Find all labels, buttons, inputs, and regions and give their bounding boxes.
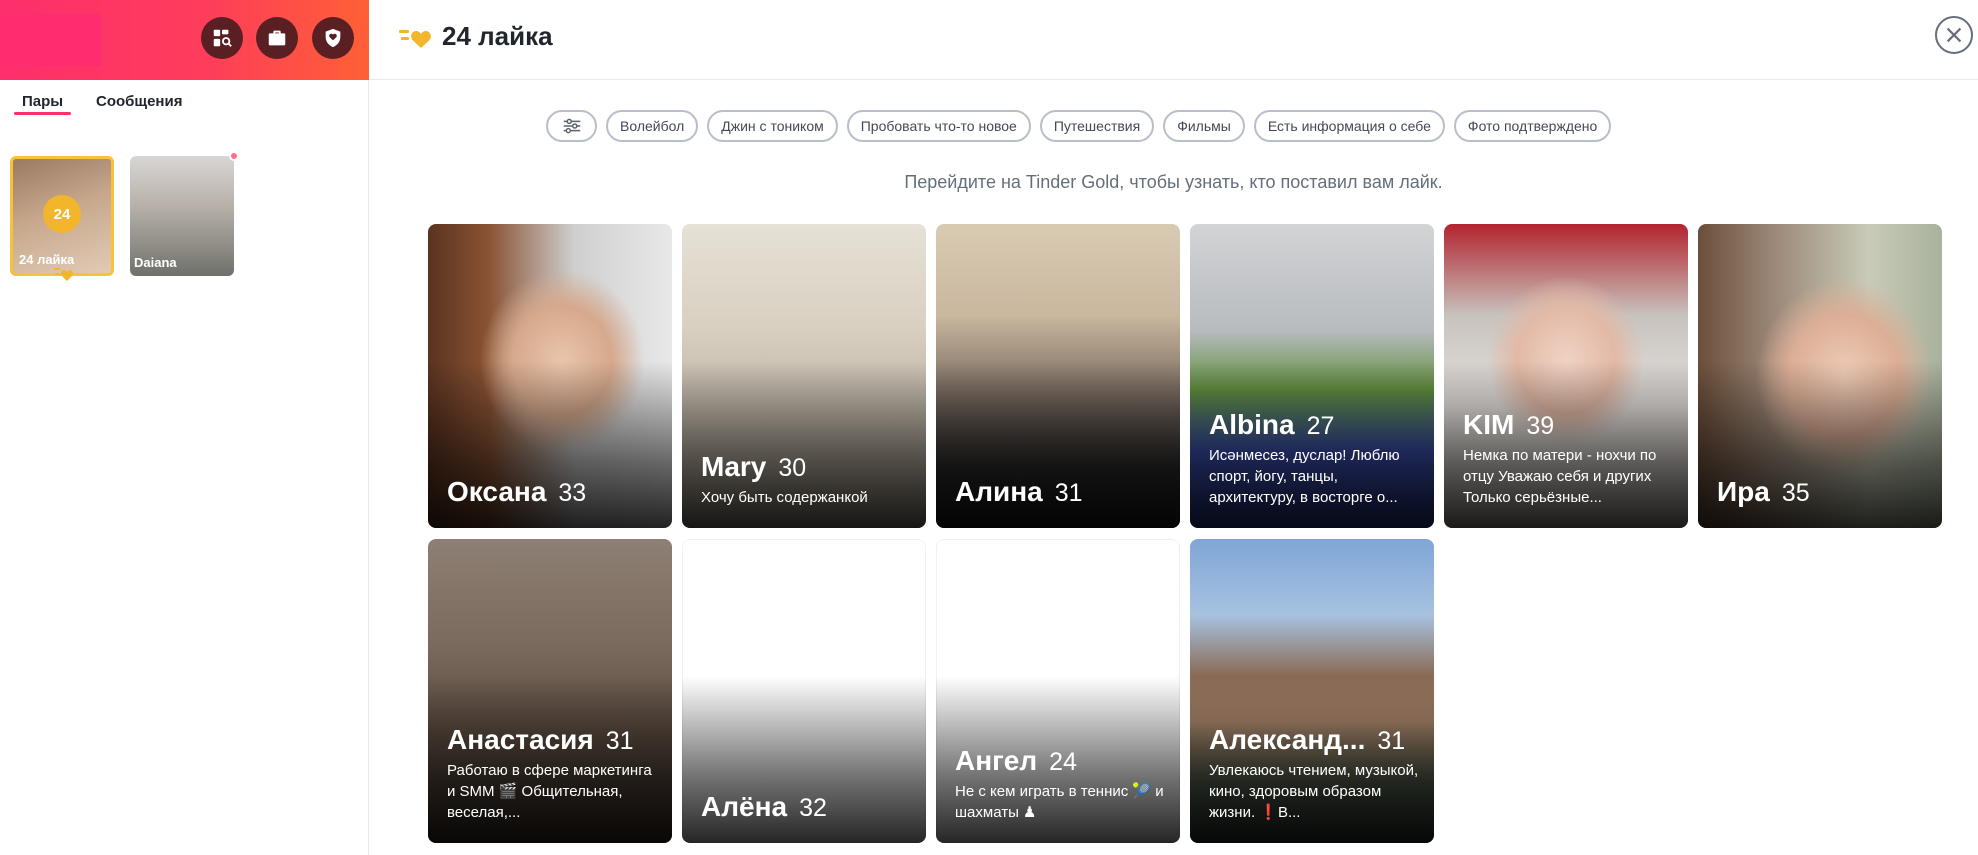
like-card[interactable]: Ира 35 <box>1698 224 1942 528</box>
sidebar: Пары Сообщения 24 24 лайка Daiana <box>0 0 369 855</box>
card-name: KIM <box>1463 409 1515 440</box>
card-info: Александ... 31 Увлекаюсь чтением, музыкой… <box>1209 724 1420 823</box>
card-info: Алина 31 <box>955 476 1166 508</box>
card-name: Ира <box>1717 476 1770 507</box>
like-card[interactable]: Алёна 32 <box>682 539 926 843</box>
briefcase-icon <box>268 30 286 46</box>
card-info: Анастасия 31 Работаю в сфере маркетинга и… <box>447 724 658 823</box>
card-age: 31 <box>1054 479 1083 507</box>
gold-upsell-text: Перейдите на Tinder Gold, чтобы узнать, … <box>904 172 1443 192</box>
card-age: 31 <box>605 727 634 755</box>
filter-chip-has-bio[interactable]: Есть информация о себе <box>1253 110 1445 142</box>
new-match-dot <box>229 151 239 161</box>
card-info: Оксана 33 <box>447 476 658 508</box>
card-bio: Исәнмесез, дуслар! Люблю спорт, йогу, та… <box>1209 447 1400 506</box>
card-info: KIM 39 Немка по матери - нохчи по отцу Ув… <box>1463 409 1674 508</box>
gold-heart-icon <box>399 30 431 48</box>
close-button[interactable] <box>1935 16 1973 54</box>
card-age: 39 <box>1526 412 1555 440</box>
like-card[interactable]: Александ... 31 Увлекаюсь чтением, музыкой… <box>1190 539 1434 843</box>
filter-chip-volleyball[interactable]: Волейбол <box>606 110 699 142</box>
like-card[interactable]: Алина 31 <box>936 224 1180 528</box>
filter-chip-gin-tonic[interactable]: Джин с тоником <box>707 110 838 142</box>
filter-settings-button[interactable] <box>546 110 597 142</box>
card-info: Mary 30 Хочу быть содержанкой <box>701 451 912 508</box>
like-card[interactable]: Анастасия 31 Работаю в сфере маркетинга и… <box>428 539 672 843</box>
card-age: 24 <box>1049 748 1077 776</box>
like-card[interactable]: KIM 39 Немка по матери - нохчи по отцу Ув… <box>1444 224 1688 528</box>
card-info: Ангел 24 Не с кем играть в теннис 🎾 и шах… <box>955 745 1166 823</box>
sidebar-header <box>0 0 369 80</box>
card-age: 27 <box>1306 412 1335 440</box>
card-name: Mary <box>701 451 767 482</box>
work-mode-button[interactable] <box>256 17 298 59</box>
card-info: Алёна 32 <box>701 791 912 823</box>
profile-avatar[interactable] <box>0 14 101 66</box>
card-bio: Хочу быть содержанкой <box>701 489 868 506</box>
card-age: 32 <box>799 794 827 822</box>
active-tab-indicator <box>14 112 71 115</box>
like-card[interactable]: Оксана 33 <box>428 224 672 528</box>
card-bio: Не с кем играть в теннис 🎾 и шахматы ♟ <box>955 783 1164 821</box>
like-card[interactable]: Mary 30 Хочу быть содержанкой <box>682 224 926 528</box>
safety-button[interactable] <box>312 17 354 59</box>
likes-card[interactable]: 24 24 лайка <box>10 156 114 276</box>
page-title: 24 лайка <box>442 21 553 51</box>
card-age: 33 <box>558 479 587 507</box>
card-name: Алина <box>955 476 1043 507</box>
match-card[interactable]: Daiana <box>130 156 234 276</box>
gold-heart-icon <box>54 268 74 281</box>
likes-count-badge: 24 <box>43 195 81 233</box>
card-bio: Работаю в сфере маркетинга и SMM 🎬 Общит… <box>447 762 652 821</box>
card-name: Алёна <box>701 791 788 822</box>
card-age: 31 <box>1377 727 1406 755</box>
card-age: 35 <box>1781 479 1810 507</box>
filter-bar: Волейбол Джин с тоником Пробовать что-то… <box>546 110 1612 142</box>
card-name: Albina <box>1209 409 1295 440</box>
like-card[interactable]: Albina 27 Исәнмесез, дуслар! Люблю спорт,… <box>1190 224 1434 528</box>
filter-chip-photo-verified[interactable]: Фото подтверждено <box>1453 110 1612 142</box>
shield-icon <box>325 28 341 48</box>
like-card[interactable]: Ангел 24 Не с кем играть в теннис 🎾 и шах… <box>936 539 1180 843</box>
card-age: 30 <box>778 454 807 482</box>
likes-header: 24 лайка <box>369 0 1978 80</box>
card-name: Анастасия <box>447 724 594 755</box>
filter-chip-travel[interactable]: Путешествия <box>1039 110 1155 142</box>
explore-button[interactable] <box>201 17 243 59</box>
card-info: Ира 35 <box>1717 476 1928 508</box>
card-bio: Увлекаюсь чтением, музыкой, кино, здоров… <box>1209 762 1419 821</box>
card-name: Ангел <box>955 745 1038 776</box>
card-name: Александ... <box>1209 724 1366 755</box>
explore-icon <box>213 29 232 47</box>
sliders-icon <box>563 118 580 134</box>
filter-chip-movies[interactable]: Фильмы <box>1163 110 1245 142</box>
match-name: Daiana <box>134 255 177 270</box>
card-name: Оксана <box>447 476 547 507</box>
card-info: Albina 27 Исәнмесез, дуслар! Люблю спорт,… <box>1209 409 1420 508</box>
card-bio: Немка по матери - нохчи по отцу Уважаю с… <box>1463 447 1657 506</box>
sidebar-tabs: Пары Сообщения <box>0 80 369 128</box>
filter-chip-try-new[interactable]: Пробовать что-то новое <box>846 110 1031 142</box>
tab-matches[interactable]: Пары <box>22 93 63 110</box>
close-icon <box>1946 27 1962 43</box>
tab-messages[interactable]: Сообщения <box>96 93 182 110</box>
